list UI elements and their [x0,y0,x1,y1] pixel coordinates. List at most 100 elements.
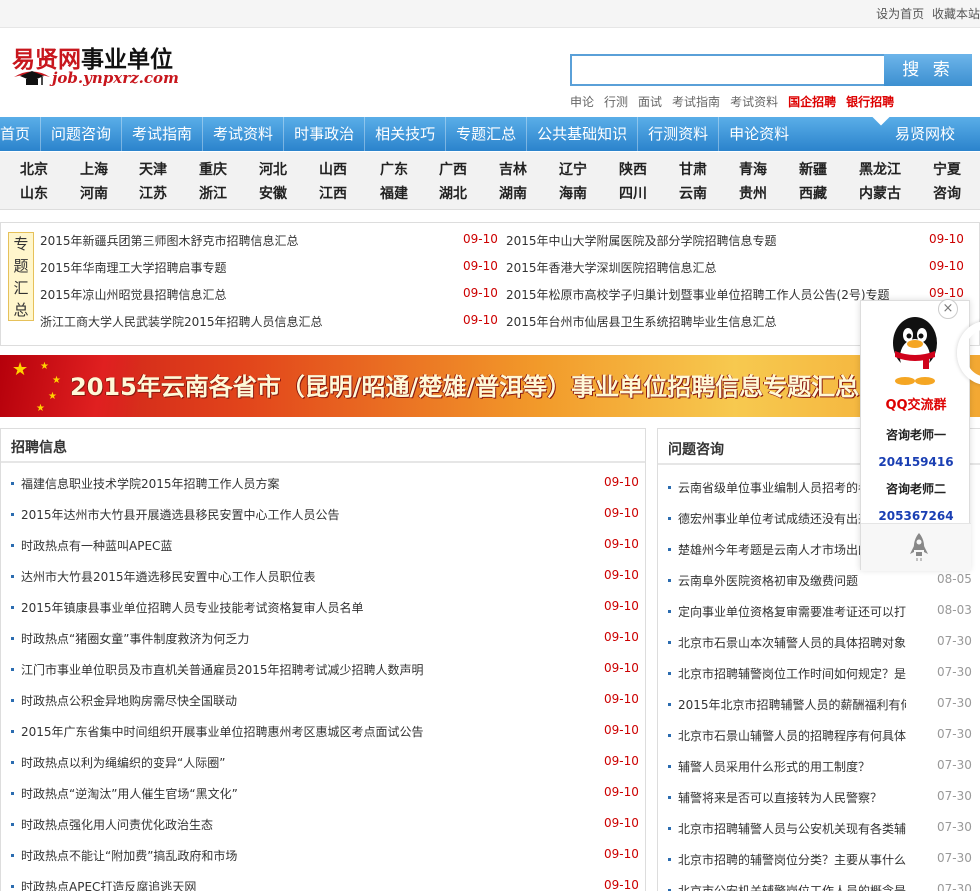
close-icon[interactable]: × [938,299,958,319]
province-link[interactable]: 四川 [619,183,647,203]
set-homepage-link[interactable]: 设为首页 [876,7,924,21]
nav-item[interactable]: 申论资料 [719,117,799,151]
list-item[interactable]: 江门市事业单位职员及市直机关普通雇员2015年招聘考试减少招聘人数声明 09-10 [1,661,645,681]
nav-item[interactable]: 问题咨询 [41,117,123,151]
teacher-1-label[interactable]: 咨询老师一 [861,426,971,443]
list-item[interactable]: 定向事业单位资格复审需要准考证还可以打 08-03 [658,603,980,623]
list-item[interactable]: 时政热点以利为绳编织的变异“人际圈” 09-10 [1,754,645,774]
province-link[interactable]: 湖北 [439,183,467,203]
list-item-title[interactable]: 北京市石景山本次辅警人员的具体招聘对象 [678,634,906,651]
list-item[interactable]: 北京市石景山辅警人员的招聘程序有何具体 07-30 [658,727,980,747]
search-input[interactable] [570,54,886,86]
list-item-title[interactable]: 2015年达州市大竹县开展遴选县移民安置中心工作人员公告 [21,506,581,523]
list-item-title[interactable]: 云南阜外医院资格初审及缴费问题 [678,572,906,589]
list-item-title[interactable]: 北京市石景山辅警人员的招聘程序有何具体 [678,727,906,744]
province-link[interactable]: 咨询 [933,183,961,203]
province-link[interactable]: 湖南 [499,183,527,203]
back-to-top-button[interactable] [861,523,971,571]
list-item[interactable]: 时政热点不能让“附加费”搞乱政府和市场 09-10 [1,847,645,867]
list-item-title[interactable]: 时政热点有一种蓝叫APEC蓝 [21,537,581,554]
hot-keyword-link[interactable]: 国企招聘 [788,95,836,109]
list-item-title[interactable]: 时政热点以利为绳编织的变异“人际圈” [21,754,581,771]
list-item-title[interactable]: 2015年北京市招聘辅警人员的薪酬福利有何 [678,696,906,713]
province-link[interactable]: 江苏 [139,183,167,203]
province-link[interactable]: 甘肃 [679,159,707,179]
topic-item[interactable]: 2015年新疆兵团第三师图木舒克市招聘信息汇总 [40,232,299,252]
nav-item[interactable]: 行测资料 [638,117,720,151]
list-item[interactable]: 辅警人员采用什么形式的用工制度？ 07-30 [658,758,980,778]
list-item-title[interactable]: 时政热点“猪圈女童”事件制度救济为何乏力 [21,630,581,647]
province-link[interactable]: 青海 [739,159,767,179]
site-logo[interactable]: 易贤网事业单位 job.ynpxrz.com [12,40,179,90]
province-link[interactable]: 安徽 [259,183,287,203]
hot-keyword-link[interactable]: 面试 [638,95,662,109]
bookmark-link[interactable]: 收藏本站 [932,7,980,21]
hot-keyword-link[interactable]: 考试资料 [730,95,778,109]
list-item-title[interactable]: 定向事业单位资格复审需要准考证还可以打 [678,603,906,620]
teacher-2-qq[interactable]: 205367264 [861,509,971,523]
province-link[interactable]: 山东 [20,183,48,203]
topic-item[interactable]: 2015年中山大学附属医院及部分学院招聘信息专题 [506,232,777,252]
topic-item[interactable]: 2015年凉山州昭觉县招聘信息汇总 [40,286,227,306]
list-item-title[interactable]: 时政热点不能让“附加费”搞乱政府和市场 [21,847,581,864]
list-item[interactable]: 福建信息职业技术学院2015年招聘工作人员方案 09-10 [1,475,645,495]
topic-item[interactable]: 2015年松原市高校学子归巢计划暨事业单位招聘工作人员公告(2号)专题 [506,286,890,306]
province-link[interactable]: 天津 [139,159,167,179]
province-link[interactable]: 北京 [20,159,48,179]
list-item-title[interactable]: 时政热点公积金异地购房需尽快全国联动 [21,692,581,709]
list-item[interactable]: 时政热点公积金异地购房需尽快全国联动 09-10 [1,692,645,712]
list-item[interactable]: 北京市招聘辅警人员与公安机关现有各类辅 07-30 [658,820,980,840]
province-link[interactable]: 上海 [80,159,108,179]
list-item[interactable]: 时政热点“逆淘汰”用人催生官场“黑文化” 09-10 [1,785,645,805]
list-item[interactable]: 北京市石景山本次辅警人员的具体招聘对象 07-30 [658,634,980,654]
province-link[interactable]: 黑龙江 [859,159,901,179]
hot-keyword-link[interactable]: 考试指南 [672,95,720,109]
nav-item[interactable]: 首页 [0,117,42,151]
list-item[interactable]: 达州市大竹县2015年遴选移民安置中心工作人员职位表 09-10 [1,568,645,588]
list-item[interactable]: 时政热点有一种蓝叫APEC蓝 09-10 [1,537,645,557]
province-link[interactable]: 云南 [679,183,707,203]
nav-item[interactable]: 相关技巧 [365,117,447,151]
nav-item-online-school[interactable]: 易贤网校 [870,117,980,151]
hot-keyword-link[interactable]: 行测 [604,95,628,109]
province-link[interactable]: 内蒙古 [859,183,901,203]
province-link[interactable]: 江西 [319,183,347,203]
province-link[interactable]: 广西 [439,159,467,179]
list-item[interactable]: 2015年广东省集中时间组织开展事业单位招聘惠州考区惠城区考点面试公告 09-10 [1,723,645,743]
list-item-title[interactable]: 2015年广东省集中时间组织开展事业单位招聘惠州考区惠城区考点面试公告 [21,723,581,740]
list-item-title[interactable]: 福建信息职业技术学院2015年招聘工作人员方案 [21,475,581,492]
province-link[interactable]: 山西 [319,159,347,179]
province-link[interactable]: 河南 [80,183,108,203]
search-button[interactable]: 搜 索 [884,54,972,86]
topic-item[interactable]: 2015年台州市仙居县卫生系统招聘毕业生信息汇总 [506,313,777,333]
hot-keyword-link[interactable]: 银行招聘 [846,95,894,109]
list-item[interactable]: 北京市公安机关辅警岗位工作人员的概念是 07-30 [658,882,980,891]
teacher-1-qq[interactable]: 204159416 [861,455,971,469]
list-item[interactable]: 时政热点APEC打造反腐追逃天网 09-10 [1,878,645,891]
province-link[interactable]: 辽宁 [559,159,587,179]
province-link[interactable]: 新疆 [799,159,827,179]
list-item-title[interactable]: 2015年镇康县事业单位招聘人员专业技能考试资格复审人员名单 [21,599,581,616]
nav-item[interactable]: 考试指南 [122,117,204,151]
list-item-title[interactable]: 辅警人员采用什么形式的用工制度？ [678,758,906,775]
province-link[interactable]: 重庆 [199,159,227,179]
nav-item[interactable]: 公共基础知识 [527,117,639,151]
list-item[interactable]: 北京市招聘的辅警岗位分类？主要从事什么 07-30 [658,851,980,871]
list-item[interactable]: 北京市招聘辅警岗位工作时间如何规定？是 07-30 [658,665,980,685]
list-item-title[interactable]: 辅警将来是否可以直接转为人民警察？ [678,789,906,806]
province-link[interactable]: 海南 [559,183,587,203]
list-item[interactable]: 时政热点强化用人问责优化政治生态 09-10 [1,816,645,836]
qq-penguin-icon[interactable] [883,313,947,385]
nav-item[interactable]: 时事政治 [284,117,366,151]
province-link[interactable]: 吉林 [499,159,527,179]
list-item-title[interactable]: 时政热点强化用人问责优化政治生态 [21,816,581,833]
teacher-2-label[interactable]: 咨询老师二 [861,480,971,497]
topic-item[interactable]: 2015年香港大学深圳医院招聘信息汇总 [506,259,717,279]
list-item[interactable]: 云南阜外医院资格初审及缴费问题 08-05 [658,572,980,592]
province-link[interactable]: 陕西 [619,159,647,179]
list-item[interactable]: 2015年达州市大竹县开展遴选县移民安置中心工作人员公告 09-10 [1,506,645,526]
nav-item[interactable]: 专题汇总 [446,117,528,151]
list-item[interactable]: 2015年北京市招聘辅警人员的薪酬福利有何 07-30 [658,696,980,716]
province-link[interactable]: 广东 [380,159,408,179]
list-item-title[interactable]: 北京市招聘辅警人员与公安机关现有各类辅 [678,820,906,837]
